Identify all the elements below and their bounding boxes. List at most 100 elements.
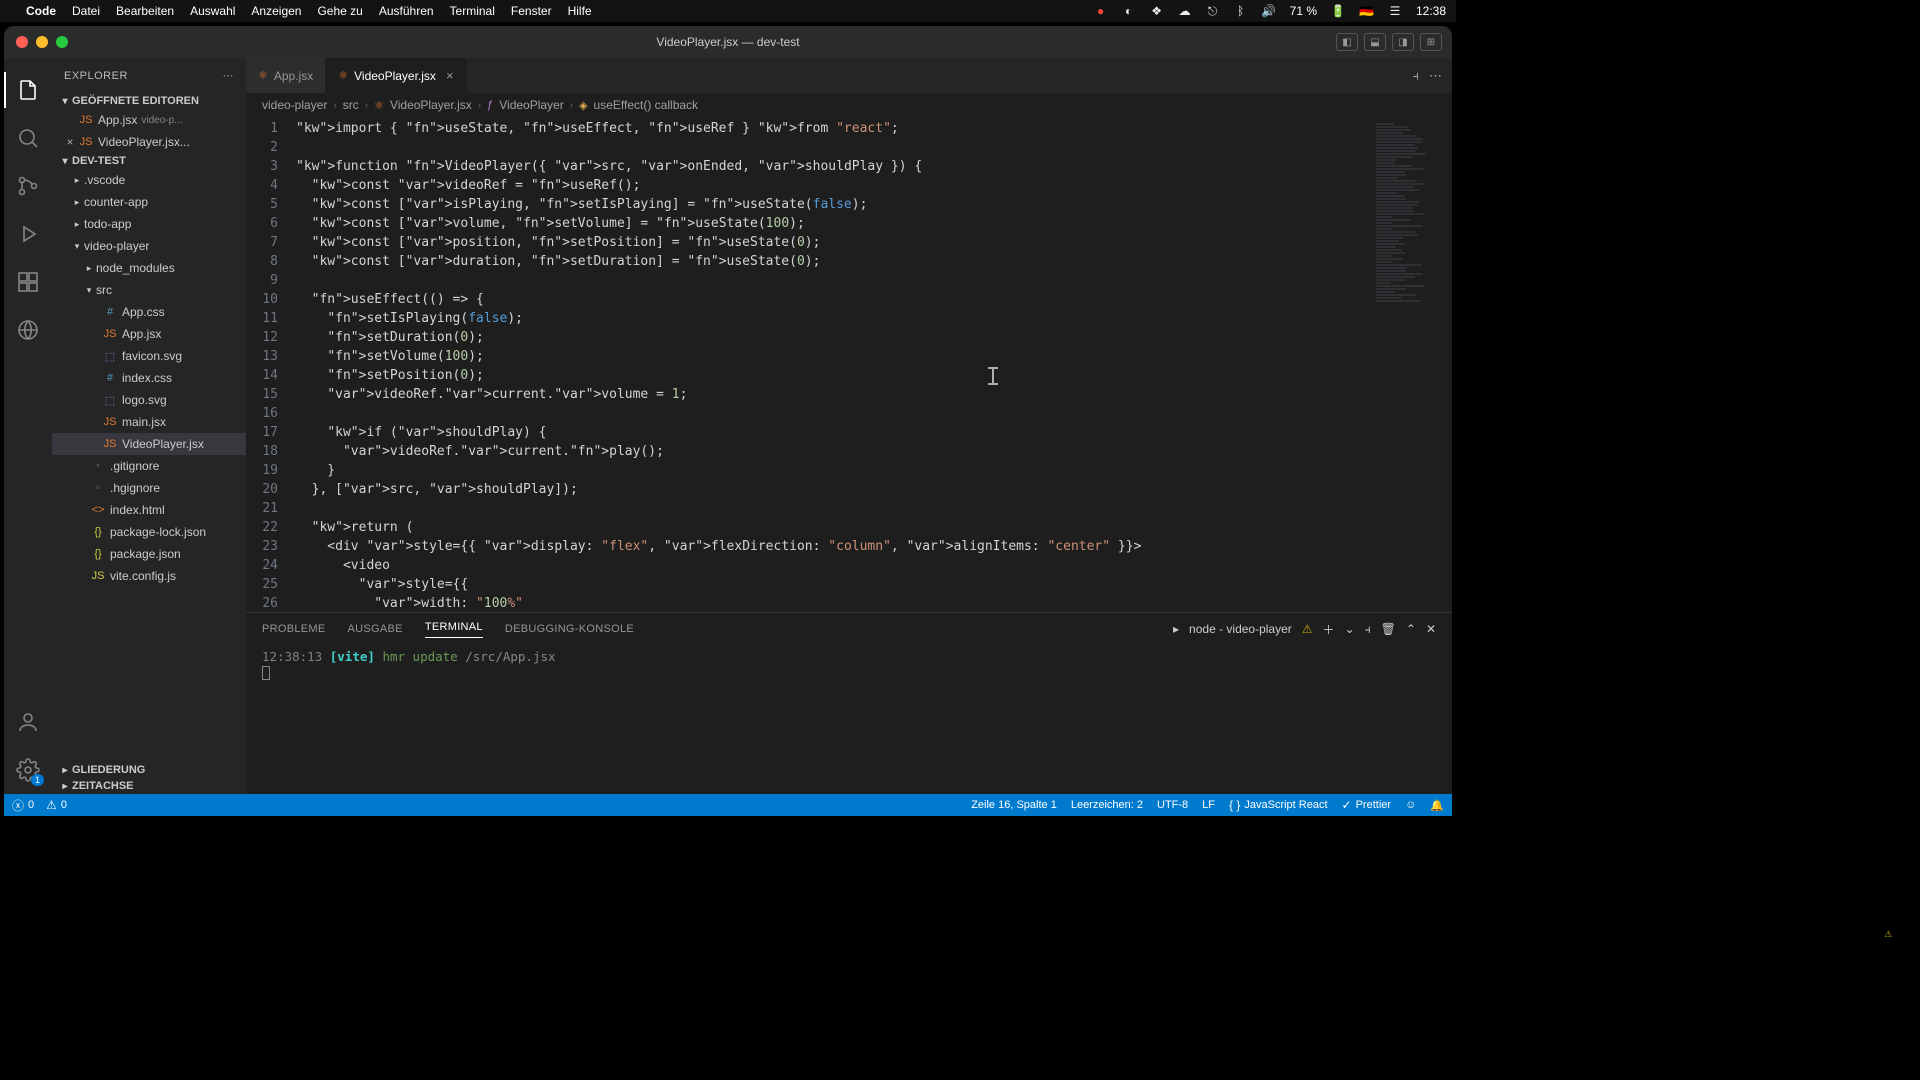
menubar-app[interactable]: Code bbox=[26, 4, 56, 18]
breadcrumb-item[interactable]: video-player bbox=[262, 98, 327, 112]
timeline-header[interactable]: ▸ZEITACHSE bbox=[52, 778, 246, 794]
breadcrumb-item[interactable]: useEffect() callback bbox=[594, 98, 699, 112]
outline-header[interactable]: ▸GLIEDERUNG bbox=[52, 762, 246, 778]
minimize-window-button[interactable] bbox=[36, 36, 48, 48]
status-feedback-icon[interactable]: ☺ bbox=[1405, 799, 1416, 811]
close-window-button[interactable] bbox=[16, 36, 28, 48]
new-terminal-icon[interactable]: ＋ bbox=[1323, 621, 1335, 638]
volume-icon[interactable]: 🔊 bbox=[1262, 4, 1276, 18]
activity-search[interactable] bbox=[4, 114, 52, 162]
tray-icon-3[interactable]: ☁ bbox=[1178, 4, 1192, 18]
tab-app[interactable]: ⚛ App.jsx bbox=[246, 58, 326, 93]
status-prettier[interactable]: ✓Prettier bbox=[1342, 798, 1392, 812]
folder-item[interactable]: ▸.vscode bbox=[52, 169, 246, 191]
flag-icon[interactable]: 🇩🇪 bbox=[1359, 4, 1374, 18]
file-item[interactable]: {}package-lock.json bbox=[52, 521, 246, 543]
status-bell-icon[interactable]: 🔔 bbox=[1430, 799, 1444, 812]
code-editor[interactable]: 1234567891011121314151617181920212223242… bbox=[246, 117, 1452, 612]
file-item[interactable]: JSvite.config.js bbox=[52, 565, 246, 587]
activity-account[interactable] bbox=[4, 698, 52, 746]
menu-datei[interactable]: Datei bbox=[72, 4, 100, 18]
status-cursor-pos[interactable]: Zeile 16, Spalte 1 bbox=[971, 799, 1057, 811]
panel-maximize-icon[interactable]: ⌃ bbox=[1406, 622, 1416, 636]
status-encoding[interactable]: UTF-8 bbox=[1157, 799, 1188, 811]
file-item[interactable]: #App.css bbox=[52, 301, 246, 323]
terminal-process-icon[interactable]: ▸ bbox=[1173, 622, 1179, 636]
folder-item[interactable]: ▾video-player bbox=[52, 235, 246, 257]
record-icon[interactable]: ● bbox=[1094, 4, 1108, 18]
file-item[interactable]: JSVideoPlayer.jsx bbox=[52, 433, 246, 455]
file-item[interactable]: #index.css bbox=[52, 367, 246, 389]
file-item[interactable]: JSApp.jsx bbox=[52, 323, 246, 345]
file-item[interactable]: ◦.hgignore bbox=[52, 477, 246, 499]
activity-source-control[interactable] bbox=[4, 162, 52, 210]
menu-bearbeiten[interactable]: Bearbeiten bbox=[116, 4, 174, 18]
tray-icon-4[interactable]: ⎋ bbox=[1206, 4, 1220, 18]
minimap[interactable] bbox=[1372, 117, 1452, 612]
menu-anzeigen[interactable]: Anzeigen bbox=[251, 4, 301, 18]
menu-gehezu[interactable]: Gehe zu bbox=[317, 4, 362, 18]
breadcrumb-item[interactable]: VideoPlayer.jsx bbox=[390, 98, 472, 112]
open-editors-header[interactable]: ▾GEÖFFNETE EDITOREN bbox=[52, 93, 246, 109]
menu-ausfuehren[interactable]: Ausführen bbox=[379, 4, 434, 18]
tray-icon-1[interactable]: ◐ bbox=[1122, 4, 1136, 18]
breadcrumb-item[interactable]: VideoPlayer bbox=[499, 98, 564, 112]
menu-terminal[interactable]: Terminal bbox=[450, 4, 495, 18]
breadcrumb[interactable]: video-player› src› ⚛ VideoPlayer.jsx› ƒ … bbox=[246, 93, 1452, 117]
maximize-window-button[interactable] bbox=[56, 36, 68, 48]
menu-fenster[interactable]: Fenster bbox=[511, 4, 552, 18]
terminal-output[interactable]: 12:38:13 [vite] hmr update /src/App.jsx … bbox=[246, 645, 1452, 794]
activity-settings[interactable]: 1 bbox=[4, 746, 52, 794]
menubar-time[interactable]: 12:38 bbox=[1416, 4, 1446, 18]
activity-remote[interactable] bbox=[4, 306, 52, 354]
open-editor-videoplayer[interactable]: × JS VideoPlayer.jsx... bbox=[52, 131, 246, 153]
close-tab-icon[interactable]: × bbox=[446, 68, 454, 83]
status-indent[interactable]: Leerzeichen: 2 bbox=[1071, 799, 1143, 811]
panel-tab-probleme[interactable]: PROBLEME bbox=[262, 623, 326, 635]
panel-tab-ausgabe[interactable]: AUSGABE bbox=[348, 623, 403, 635]
status-eol[interactable]: LF bbox=[1202, 799, 1215, 811]
layout-left-icon[interactable]: ◧ bbox=[1336, 33, 1358, 51]
activity-debug[interactable] bbox=[4, 210, 52, 258]
file-item[interactable]: ◦.gitignore bbox=[52, 455, 246, 477]
file-item[interactable]: JSmain.jsx bbox=[52, 411, 246, 433]
folder-item[interactable]: ▸node_modules bbox=[52, 257, 246, 279]
control-center-icon[interactable]: ☰ bbox=[1388, 4, 1402, 18]
terminal-label[interactable]: node - video-player bbox=[1189, 622, 1292, 636]
layout-grid-icon[interactable]: ⊞ bbox=[1420, 33, 1442, 51]
folder-item[interactable]: ▸todo-app bbox=[52, 213, 246, 235]
breadcrumb-item[interactable]: src bbox=[343, 98, 359, 112]
status-language[interactable]: { }JavaScript React bbox=[1229, 798, 1328, 812]
activity-extensions[interactable] bbox=[4, 258, 52, 306]
battery-icon[interactable]: 🔋 bbox=[1331, 4, 1345, 18]
split-terminal-icon[interactable]: ⫞ bbox=[1365, 622, 1371, 637]
tab-more-icon[interactable]: ⋯ bbox=[1429, 68, 1442, 84]
menu-auswahl[interactable]: Auswahl bbox=[190, 4, 235, 18]
code-content[interactable]: "kw">import { "fn">useState, "fn">useEff… bbox=[296, 117, 1372, 612]
layout-right-icon[interactable]: ◨ bbox=[1392, 33, 1414, 51]
folder-item[interactable]: ▸counter-app bbox=[52, 191, 246, 213]
activity-explorer[interactable] bbox=[4, 66, 52, 114]
tab-videoplayer[interactable]: ⚛ VideoPlayer.jsx × bbox=[326, 58, 466, 93]
file-item[interactable]: {}package.json bbox=[52, 543, 246, 565]
open-editor-app[interactable]: JS App.jsx video-p... bbox=[52, 109, 246, 131]
panel-close-icon[interactable]: ✕ bbox=[1426, 622, 1436, 636]
battery-text[interactable]: 71 % bbox=[1290, 4, 1317, 18]
bluetooth-icon[interactable]: ᛒ bbox=[1234, 4, 1248, 18]
panel-tab-terminal[interactable]: TERMINAL bbox=[425, 621, 483, 638]
close-editor-icon[interactable]: × bbox=[62, 135, 78, 149]
project-header[interactable]: ▾DEV-TEST bbox=[52, 153, 246, 169]
file-item[interactable]: ⬚logo.svg bbox=[52, 389, 246, 411]
split-editor-icon[interactable]: ⫞ bbox=[1413, 68, 1420, 84]
status-warnings[interactable]: ⚠0 bbox=[46, 798, 67, 812]
panel-tab-debug[interactable]: DEBUGGING-KONSOLE bbox=[505, 623, 634, 635]
warning-icon[interactable]: ⚠ bbox=[1302, 622, 1313, 636]
file-item[interactable]: ⬚favicon.svg bbox=[52, 345, 246, 367]
sidebar-more-icon[interactable]: ⋯ bbox=[223, 69, 235, 82]
layout-bottom-icon[interactable]: ⬓ bbox=[1364, 33, 1386, 51]
status-errors[interactable]: ⓧ0 bbox=[12, 797, 34, 814]
tray-icon-2[interactable]: ❖ bbox=[1150, 4, 1164, 18]
folder-item[interactable]: ▾src bbox=[52, 279, 246, 301]
kill-terminal-icon[interactable]: 🗑 bbox=[1381, 622, 1396, 636]
menu-hilfe[interactable]: Hilfe bbox=[568, 4, 592, 18]
